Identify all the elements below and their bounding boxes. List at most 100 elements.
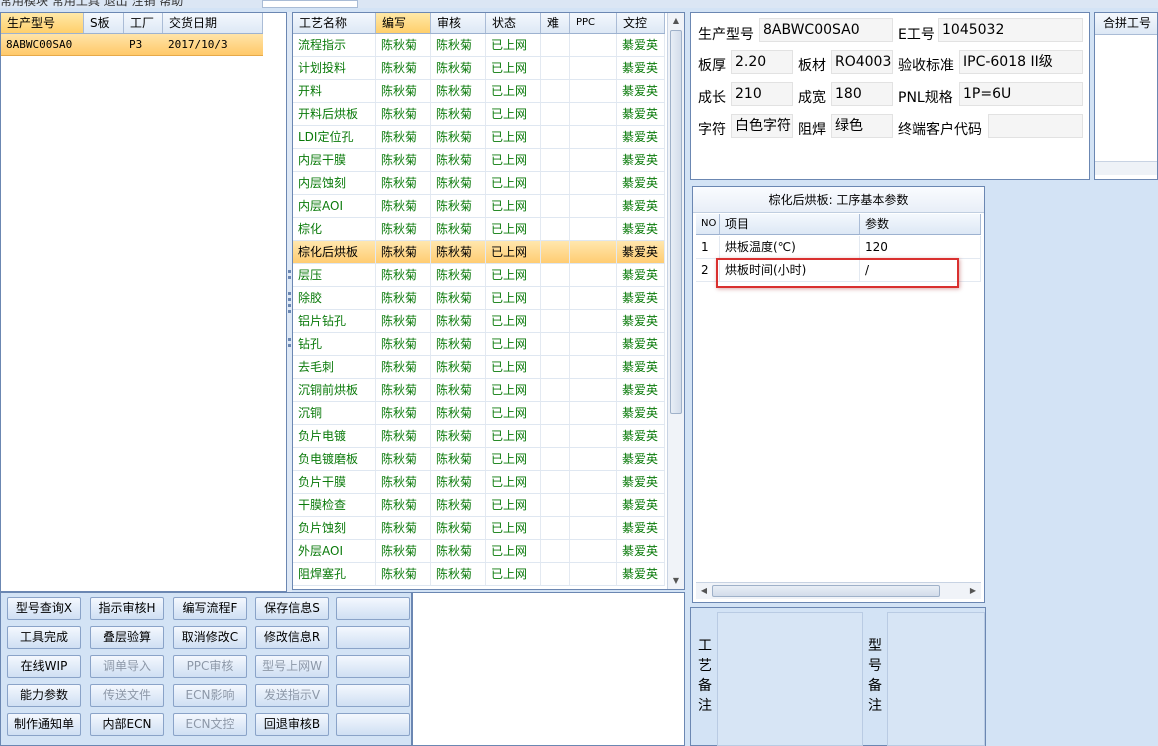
process-row[interactable]: 负片干膜 陈秋菊 陈秋菊 已上网 綦爱英 [293,471,665,494]
blank-button[interactable] [336,597,410,620]
char-field[interactable]: 白色字符 [731,114,793,138]
col-writer[interactable]: 编写 [376,13,431,33]
process-row[interactable]: 阻焊塞孔 陈秋菊 陈秋菊 已上网 綦爱英 [293,563,665,586]
scroll-left-icon[interactable]: ◀ [696,583,712,599]
scroll-down-icon[interactable]: ▼ [668,573,684,589]
action-button[interactable]: 指示审核H [90,597,164,620]
action-button[interactable]: 保存信息S [255,597,329,620]
action-button[interactable]: 编写流程F [173,597,247,620]
process-row[interactable]: 棕化后烘板 陈秋菊 陈秋菊 已上网 綦爱英 [293,241,665,264]
model-remark-field[interactable] [887,612,985,746]
process-row[interactable]: 负电镀磨板 陈秋菊 陈秋菊 已上网 綦爱英 [293,448,665,471]
params-hscrollbar[interactable]: ◀ ▶ [696,582,981,599]
blank-button[interactable] [336,684,410,707]
col-status[interactable]: 状态 [486,13,541,33]
action-button[interactable]: 传送文件 [90,684,164,707]
action-button[interactable]: 能力参数 [7,684,81,707]
action-button[interactable]: 叠层验算 [90,626,164,649]
process-cell-writer: 陈秋菊 [376,540,431,562]
thick-field[interactable]: 2.20 [731,50,793,74]
action-button[interactable]: 在线WIP [7,655,81,678]
process-row[interactable]: 干膜检查 陈秋菊 陈秋菊 已上网 綦爱英 [293,494,665,517]
mat-field[interactable]: RO4003C [831,50,893,74]
col-ppc[interactable]: PPC [570,13,617,33]
scroll-thumb[interactable] [670,30,682,414]
process-row[interactable]: 沉铜 陈秋菊 陈秋菊 已上网 綦爱英 [293,402,665,425]
std-label: 验收标准 [898,58,954,74]
model-field[interactable]: 8ABWC00SA0 [759,18,893,42]
process-cell-review: 陈秋菊 [431,356,486,378]
col-process-name[interactable]: 工艺名称 [293,13,376,33]
pnl-field[interactable]: 1P=6U [959,82,1083,106]
col-item[interactable]: 项目 [720,214,860,234]
blank-button[interactable] [336,713,410,736]
blank-button[interactable] [336,626,410,649]
process-row[interactable]: 除胶 陈秋菊 陈秋菊 已上网 綦爱英 [293,287,665,310]
process-cell-doc: 綦爱英 [617,356,665,378]
cust-field[interactable] [988,114,1083,138]
action-button[interactable]: 制作通知单 [7,713,81,736]
eno-field[interactable]: 1045032 [938,18,1083,42]
action-button[interactable]: 回退审核B [255,713,329,736]
col-review[interactable]: 审核 [431,13,486,33]
action-button[interactable]: 发送指示V [255,684,329,707]
col-no[interactable]: NO [696,214,720,234]
top-search-box[interactable] [262,0,358,8]
param-value[interactable]: 120 [860,236,981,258]
process-cell-name: 外层AOI [293,540,376,562]
process-remark-field[interactable] [717,612,863,746]
process-cell-status: 已上网 [486,540,541,562]
col-model[interactable]: 生产型号 [1,13,84,33]
process-row[interactable]: 层压 陈秋菊 陈秋菊 已上网 綦爱英 [293,264,665,287]
scroll-right-icon[interactable]: ▶ [965,583,981,599]
merge-header[interactable]: 合拼工号 [1095,13,1157,35]
action-button[interactable]: ECN文控 [173,713,247,736]
process-row[interactable]: 开料 陈秋菊 陈秋菊 已上网 綦爱英 [293,80,665,103]
col-value[interactable]: 参数 [860,214,981,234]
process-row[interactable]: 棕化 陈秋菊 陈秋菊 已上网 綦爱英 [293,218,665,241]
process-row[interactable]: 外层AOI 陈秋菊 陈秋菊 已上网 綦爱英 [293,540,665,563]
col-doc-control[interactable]: 文控 [617,13,665,33]
process-row[interactable]: 内层蚀刻 陈秋菊 陈秋菊 已上网 綦爱英 [293,172,665,195]
model-row[interactable]: 8ABWC00SA0 P3 2017/10/3 [1,34,263,56]
process-row[interactable]: LDI定位孔 陈秋菊 陈秋菊 已上网 綦爱英 [293,126,665,149]
len-field[interactable]: 210 [731,82,793,106]
process-row[interactable]: 计划投料 陈秋菊 陈秋菊 已上网 綦爱英 [293,57,665,80]
scroll-up-icon[interactable]: ▲ [668,13,684,29]
action-button[interactable]: 取消修改C [173,626,247,649]
action-button[interactable]: 调单导入 [90,655,164,678]
process-vscrollbar[interactable]: ▲ ▼ [667,13,684,589]
process-cell-status: 已上网 [486,517,541,539]
merge-hscrollbar[interactable] [1095,161,1157,175]
top-menu-text[interactable]: 常用模块 常用工具 退出 注销 帮助 [0,0,183,8]
col-factory[interactable]: 工厂 [124,13,163,33]
process-row[interactable]: 内层AOI 陈秋菊 陈秋菊 已上网 綦爱英 [293,195,665,218]
col-s[interactable]: S板 [84,13,124,33]
process-row[interactable]: 沉铜前烘板 陈秋菊 陈秋菊 已上网 綦爱英 [293,379,665,402]
process-row[interactable]: 开料后烘板 陈秋菊 陈秋菊 已上网 綦爱英 [293,103,665,126]
process-row[interactable]: 负片蚀刻 陈秋菊 陈秋菊 已上网 綦爱英 [293,517,665,540]
mask-field[interactable]: 绿色 [831,114,893,138]
hscroll-thumb[interactable] [712,585,940,597]
param-row[interactable]: 1 烘板温度(℃) 120 [696,236,981,259]
std-field[interactable]: IPC-6018 II级 [959,50,1083,74]
mask-label: 阻焊 [798,122,826,138]
action-button[interactable]: 型号上网W [255,655,329,678]
wid-field[interactable]: 180 [831,82,893,106]
action-button[interactable]: ECN影响 [173,684,247,707]
action-button[interactable]: PPC审核 [173,655,247,678]
action-button[interactable]: 工具完成 [7,626,81,649]
process-row[interactable]: 铝片钻孔 陈秋菊 陈秋菊 已上网 綦爱英 [293,310,665,333]
action-button[interactable]: 内部ECN [90,713,164,736]
process-row[interactable]: 流程指示 陈秋菊 陈秋菊 已上网 綦爱英 [293,34,665,57]
col-date[interactable]: 交货日期 [163,13,263,33]
process-row[interactable]: 负片电镀 陈秋菊 陈秋菊 已上网 綦爱英 [293,425,665,448]
process-row[interactable]: 钻孔 陈秋菊 陈秋菊 已上网 綦爱英 [293,333,665,356]
model-label: 生产型号 [698,27,754,43]
col-difficulty[interactable]: 难 [541,13,570,33]
process-row[interactable]: 去毛刺 陈秋菊 陈秋菊 已上网 綦爱英 [293,356,665,379]
process-row[interactable]: 内层干膜 陈秋菊 陈秋菊 已上网 綦爱英 [293,149,665,172]
action-button[interactable]: 型号查询X [7,597,81,620]
blank-button[interactable] [336,655,410,678]
action-button[interactable]: 修改信息R [255,626,329,649]
